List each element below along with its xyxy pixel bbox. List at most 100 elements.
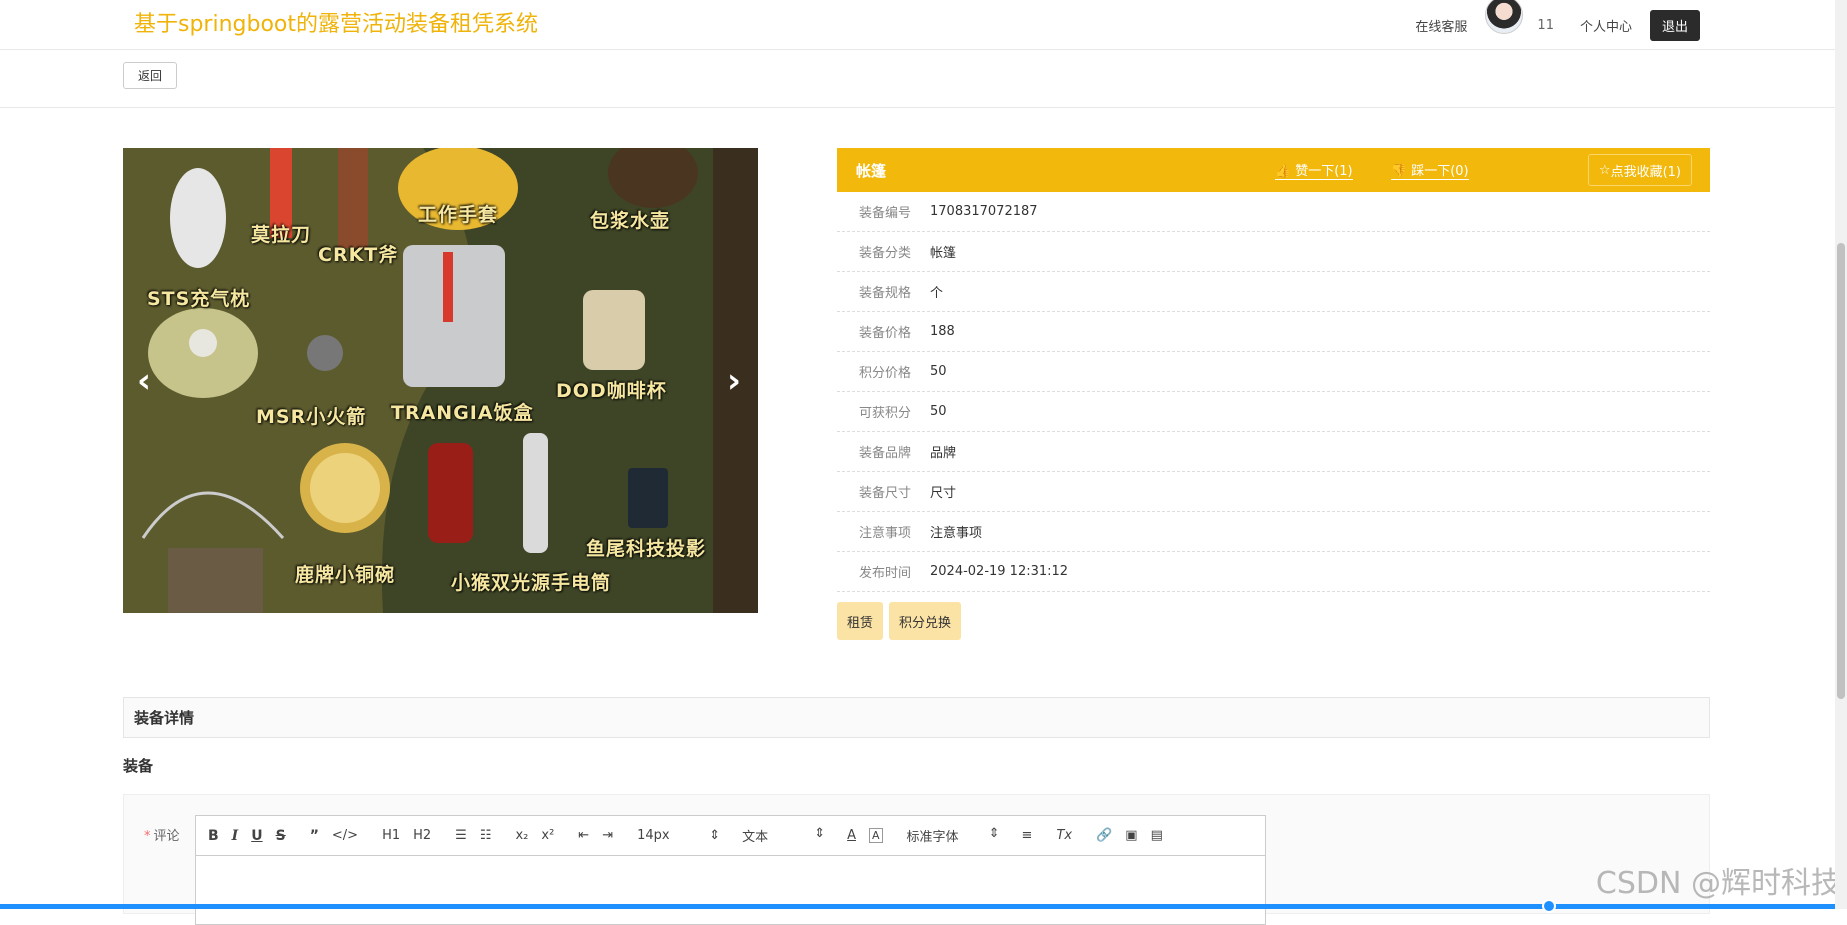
editor-toolbar: B I U S ” </> H1 H2 ☰ ☷ x₂ x² ⇤ ⇥ 14px ⇕ …	[196, 816, 1265, 856]
dislike-button[interactable]: 👎 踩一下(0)	[1391, 160, 1469, 180]
like-button[interactable]: 👍 赞一下(1)	[1275, 160, 1353, 180]
info-label: 装备规格	[858, 286, 911, 301]
font-family-select[interactable]: 标准字体 ⇕	[907, 826, 1000, 845]
thumbs-down-icon: 👎	[1391, 164, 1408, 179]
required-mark: *	[144, 829, 151, 844]
like-label: 赞一下(1)	[1295, 164, 1353, 179]
info-label: 发布时间	[858, 566, 911, 581]
thumbs-up-icon: 👍	[1275, 164, 1292, 179]
select-caret-icon: ⇕	[814, 826, 826, 841]
action-row: 租赁 积分兑换	[837, 602, 1710, 640]
info-value: 个	[930, 286, 944, 301]
username: 11	[1537, 17, 1554, 33]
logout-button[interactable]: 退出	[1649, 9, 1700, 41]
info-row: 装备品牌 品牌	[837, 432, 1710, 472]
info-value: 注意事项	[930, 526, 983, 541]
font-size-select[interactable]: 14px ⇕	[637, 828, 720, 843]
quote-icon[interactable]: ”	[310, 828, 319, 844]
info-value: 50	[930, 404, 947, 419]
detail-content: 装备	[123, 757, 154, 775]
comment-label: * 评论	[144, 825, 180, 844]
carousel-next-arrow[interactable]: ›	[719, 363, 749, 399]
comment-form: * 评论 B I U S ” </> H1 H2 ☰ ☷ x₂ x² ⇤ ⇥ 14…	[123, 794, 1710, 925]
watermark: CSDN @辉时科技	[1595, 866, 1841, 901]
info-value: 50	[930, 364, 947, 379]
info-row: 积分价格 50	[837, 352, 1710, 392]
image-label: 包浆水壶	[590, 210, 671, 232]
info-row: 发布时间 2024-02-19 12:31:12	[837, 552, 1710, 592]
image-label: TRANGIA饭盒	[391, 402, 534, 424]
image-label: MSR小火箭	[256, 406, 367, 428]
image-label: 工作手套	[418, 204, 499, 226]
info-value: 188	[930, 324, 955, 339]
site-title[interactable]: 基于springboot的露营活动装备租凭系统	[134, 6, 538, 38]
font-size-value: 14px	[637, 828, 670, 843]
select-caret-icon: ⇕	[709, 828, 721, 843]
carousel-prev-arrow[interactable]: ‹	[129, 363, 159, 399]
points-exchange-button[interactable]: 积分兑换	[889, 602, 962, 640]
clear-format-icon[interactable]: Tx	[1056, 828, 1072, 843]
progress-knob[interactable]	[1542, 899, 1556, 913]
info-row: 装备价格 188	[837, 312, 1710, 352]
info-label: 可获积分	[858, 406, 911, 421]
image-label: STS充气枕	[147, 288, 251, 310]
subscript-icon[interactable]: x₂	[515, 828, 528, 843]
info-row: 装备编号 1708317072187	[837, 192, 1710, 232]
video-icon[interactable]: ▤	[1151, 828, 1163, 843]
indent-icon[interactable]: ⇥	[602, 828, 613, 843]
info-value: 1708317072187	[930, 204, 1038, 219]
image-label: 鱼尾科技投影	[586, 538, 707, 560]
image-label: DOD咖啡杯	[556, 380, 667, 402]
info-label: 装备分类	[858, 246, 911, 261]
underline-icon[interactable]: U	[251, 828, 262, 844]
header-right: 在线客服 11 个人中心 退出	[1415, 0, 1700, 50]
product-name: 帐篷	[856, 162, 887, 180]
info-row: 装备分类 帐篷	[837, 232, 1710, 272]
ordered-list-icon[interactable]: ☰	[455, 828, 467, 843]
online-service-link[interactable]: 在线客服	[1415, 16, 1467, 35]
favorite-button[interactable]: ☆ 点我收藏(1)	[1587, 154, 1692, 186]
personal-center-link[interactable]: 个人中心	[1580, 16, 1632, 35]
image-label: 小猴双光源手电筒	[451, 572, 612, 594]
image-label: 莫拉刀	[251, 224, 312, 246]
vertical-scrollbar[interactable]	[1835, 0, 1847, 909]
info-row: 注意事项 注意事项	[837, 512, 1710, 552]
italic-icon[interactable]: I	[232, 828, 239, 844]
code-icon[interactable]: </>	[332, 828, 358, 843]
star-icon: ☆	[1598, 162, 1611, 178]
link-icon[interactable]: 🔗	[1096, 828, 1112, 843]
rent-button[interactable]: 租赁	[837, 602, 884, 640]
image-icon[interactable]: ▣	[1125, 828, 1137, 843]
info-label: 装备品牌	[858, 446, 911, 461]
info-label: 装备价格	[858, 326, 911, 341]
h1-icon[interactable]: H1	[382, 828, 400, 843]
info-value: 2024-02-19 12:31:12	[930, 564, 1069, 579]
font-color-icon[interactable]: A	[847, 828, 856, 843]
align-icon[interactable]: ≡	[1022, 828, 1033, 843]
top-header: 基于springboot的露营活动装备租凭系统 在线客服 11 个人中心 退出	[0, 0, 1847, 50]
bold-icon[interactable]: B	[208, 828, 219, 844]
detail-section-title: 装备详情	[123, 697, 1710, 738]
bullet-list-icon[interactable]: ☷	[480, 828, 492, 843]
outdent-icon[interactable]: ⇤	[578, 828, 589, 843]
info-row: 装备规格 个	[837, 272, 1710, 312]
header-select[interactable]: 文本 ⇕	[742, 826, 825, 845]
back-button[interactable]: 返回	[123, 62, 177, 89]
superscript-icon[interactable]: x²	[541, 828, 554, 843]
dislike-label: 踩一下(0)	[1411, 164, 1469, 179]
image-carousel[interactable]: 莫拉刀 CRKT斧 工作手套 包浆水壶 STS充气枕 MSR小火箭 TRANGI…	[123, 148, 758, 613]
info-value: 尺寸	[930, 486, 957, 501]
image-label: CRKT斧	[318, 244, 399, 266]
background-color-icon[interactable]: A	[869, 828, 883, 843]
back-bar: 返回	[0, 50, 1847, 108]
h2-icon[interactable]: H2	[413, 828, 431, 843]
info-label: 装备尺寸	[858, 486, 911, 501]
info-value: 帐篷	[930, 246, 957, 261]
progress-bar	[0, 904, 1847, 909]
font-family-value: 标准字体	[906, 830, 959, 845]
info-label: 装备编号	[858, 206, 911, 221]
info-value: 品牌	[930, 446, 957, 461]
avatar[interactable]	[1485, 0, 1524, 34]
scrollbar-thumb[interactable]	[1837, 243, 1845, 699]
strike-icon[interactable]: S	[276, 828, 286, 844]
